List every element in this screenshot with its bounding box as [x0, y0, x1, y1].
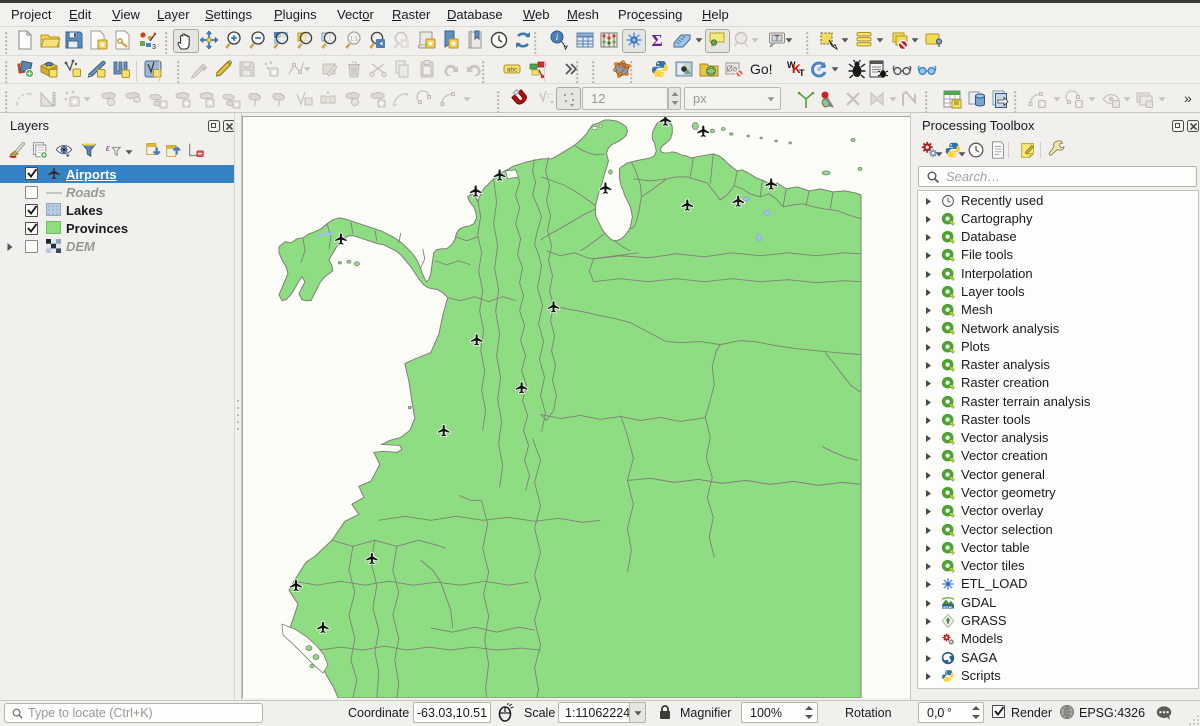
svg-text:GDAL: GDAL: [942, 604, 954, 609]
svg-text:ε: ε: [106, 143, 110, 154]
svg-text:T: T: [775, 36, 780, 43]
svg-text:3: 3: [152, 44, 156, 51]
svg-text:abc: abc: [507, 67, 518, 74]
svg-text:1:1: 1:1: [350, 37, 359, 43]
svg-text:Σ: Σ: [651, 31, 662, 50]
svg-text:T: T: [799, 68, 805, 78]
